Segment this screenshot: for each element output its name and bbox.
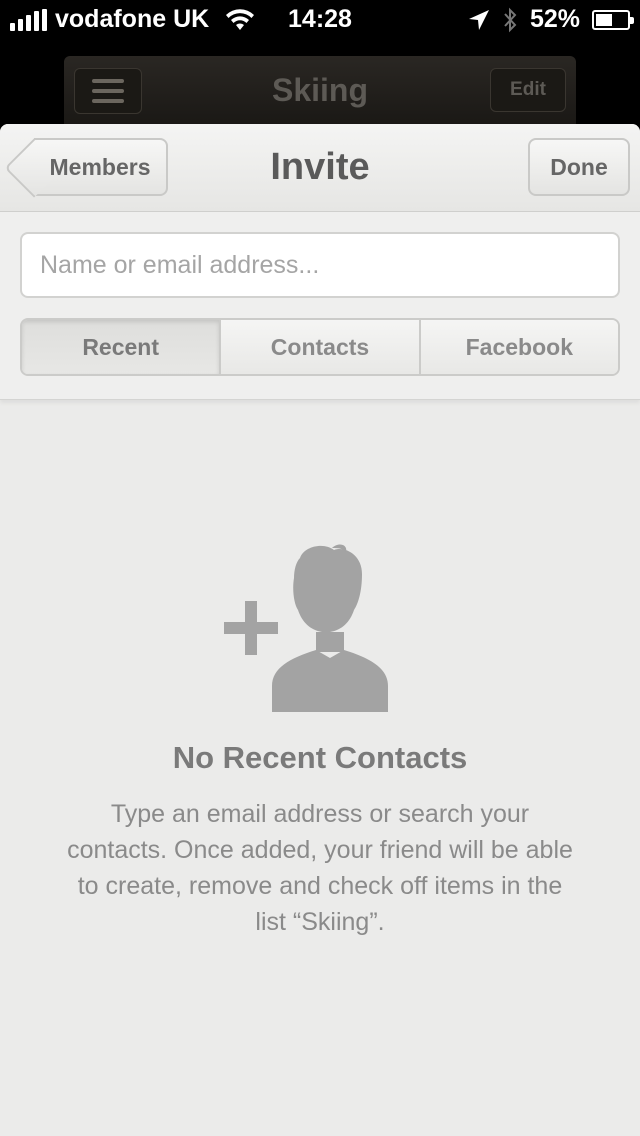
add-person-icon [224, 544, 388, 712]
segment-contacts[interactable]: Contacts [221, 320, 421, 374]
bluetooth-icon [504, 7, 517, 32]
invite-controls: Recent Contacts Facebook [0, 212, 640, 400]
invite-sheet: Members Invite Done Recent Contacts Face… [0, 124, 640, 1136]
battery-level-fill [596, 13, 612, 26]
done-button[interactable]: Done [528, 138, 630, 196]
background-navbar: Skiing Edit [64, 56, 576, 126]
battery-icon [592, 9, 634, 30]
segment-recent[interactable]: Recent [22, 320, 222, 374]
empty-state-title: No Recent Contacts [172, 740, 468, 775]
empty-state-message: Type an email address or search your con… [67, 800, 573, 936]
battery-percent: 52% [529, 5, 580, 33]
status-right: 52% [468, 5, 634, 34]
empty-state: No Recent Contacts Type an email address… [0, 400, 640, 1136]
location-icon [468, 9, 489, 30]
navbar: Members Invite Done [0, 124, 640, 212]
background-edit-button: Edit [490, 68, 566, 112]
segment-facebook[interactable]: Facebook [420, 320, 618, 374]
source-segmented-control: Recent Contacts Facebook [20, 318, 620, 376]
search-input[interactable] [20, 232, 620, 298]
status-bar: vodafone UK 14:28 52% [0, 0, 640, 40]
back-button-label: Members [49, 153, 151, 180]
